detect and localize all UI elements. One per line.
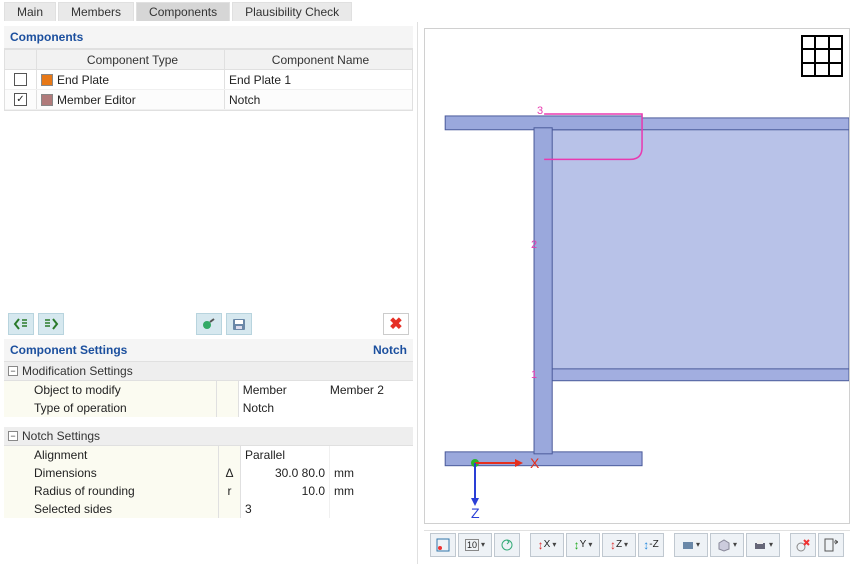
- axis-y-button[interactable]: ↕Y: [566, 533, 600, 557]
- col-header-type[interactable]: Component Type: [37, 50, 225, 69]
- axis-neg-z-button[interactable]: ↕-Z: [638, 533, 664, 557]
- row-checkbox[interactable]: [14, 73, 27, 86]
- delete-button[interactable]: ✖: [383, 313, 409, 335]
- prop-row[interactable]: Type of operation Notch: [4, 399, 413, 417]
- collapse-icon[interactable]: −: [8, 366, 18, 376]
- prop-row[interactable]: Object to modify Member Member 2: [4, 381, 413, 399]
- cancel-view-button[interactable]: [790, 533, 816, 557]
- viewport-toolbar: 10 ↕X ↕Y ↕Z ↕-Z: [424, 530, 850, 558]
- tab-main[interactable]: Main: [4, 2, 56, 21]
- settings-panel-title: Component Settings: [10, 343, 127, 357]
- view-cube-icon[interactable]: [801, 35, 843, 77]
- iso-view-button[interactable]: [710, 533, 744, 557]
- color-swatch: [41, 94, 53, 106]
- left-pane: Components Component Type Component Name…: [0, 22, 418, 564]
- color-swatch: [41, 74, 53, 86]
- axis-z-label: Z: [471, 505, 480, 521]
- prop-row[interactable]: Selected sides 3: [4, 500, 413, 518]
- marker-1: 1: [531, 369, 537, 381]
- axis-x-button[interactable]: ↕X: [530, 533, 564, 557]
- prop-row[interactable]: Dimensions Δ 30.0 80.0 mm: [4, 464, 413, 482]
- component-type: End Plate: [57, 73, 109, 87]
- render-mode-button[interactable]: [674, 533, 708, 557]
- table-row[interactable]: ✓ Member Editor Notch: [5, 90, 412, 110]
- right-pane: 3 2 1 X Z 10 ↕X ↕Y ↕Z ↕-Z: [418, 22, 850, 564]
- collapse-icon[interactable]: −: [8, 431, 18, 441]
- component-name: Notch: [225, 90, 412, 109]
- group-notch-settings[interactable]: − Notch Settings: [4, 427, 413, 446]
- components-table: Component Type Component Name End Plate …: [4, 49, 413, 111]
- print-button[interactable]: [746, 533, 780, 557]
- row-checkbox[interactable]: ✓: [14, 93, 27, 106]
- model-viewport[interactable]: 3 2 1 X Z: [424, 28, 850, 524]
- group-modification-settings[interactable]: − Modification Settings: [4, 362, 413, 381]
- tab-bar: Main Members Components Plausibility Che…: [0, 0, 850, 22]
- snap-button[interactable]: [430, 533, 456, 557]
- refresh-view-button[interactable]: [494, 533, 520, 557]
- component-type: Member Editor: [57, 93, 136, 107]
- save-button[interactable]: [226, 313, 252, 335]
- settings-body: − Modification Settings Object to modify…: [4, 362, 413, 560]
- move-left-button[interactable]: [8, 313, 34, 335]
- component-name: End Plate 1: [225, 70, 412, 89]
- detach-view-button[interactable]: [818, 533, 844, 557]
- move-right-button[interactable]: [38, 313, 64, 335]
- prop-row[interactable]: Alignment Parallel: [4, 446, 413, 464]
- tab-components[interactable]: Components: [136, 2, 230, 21]
- axis-x-label: X: [530, 455, 539, 471]
- zoom-dropdown[interactable]: 10: [458, 533, 492, 557]
- marker-2: 2: [531, 239, 537, 251]
- tab-plausibility-check[interactable]: Plausibility Check: [232, 2, 352, 21]
- axis-z-button[interactable]: ↕Z: [602, 533, 636, 557]
- settings-panel-subtitle: Notch: [373, 343, 407, 357]
- components-header: Component Type Component Name: [5, 50, 412, 70]
- tab-members[interactable]: Members: [58, 2, 134, 21]
- table-row[interactable]: End Plate End Plate 1: [5, 70, 412, 90]
- prop-row[interactable]: Radius of rounding r 10.0 mm: [4, 482, 413, 500]
- close-icon: ✖: [389, 314, 402, 334]
- axis-gizmo: [455, 443, 535, 513]
- edit-button[interactable]: [196, 313, 222, 335]
- col-header-name[interactable]: Component Name: [225, 50, 412, 69]
- components-panel-title: Components: [4, 26, 413, 49]
- components-toolbar: ✖: [4, 309, 413, 339]
- marker-3: 3: [537, 105, 543, 117]
